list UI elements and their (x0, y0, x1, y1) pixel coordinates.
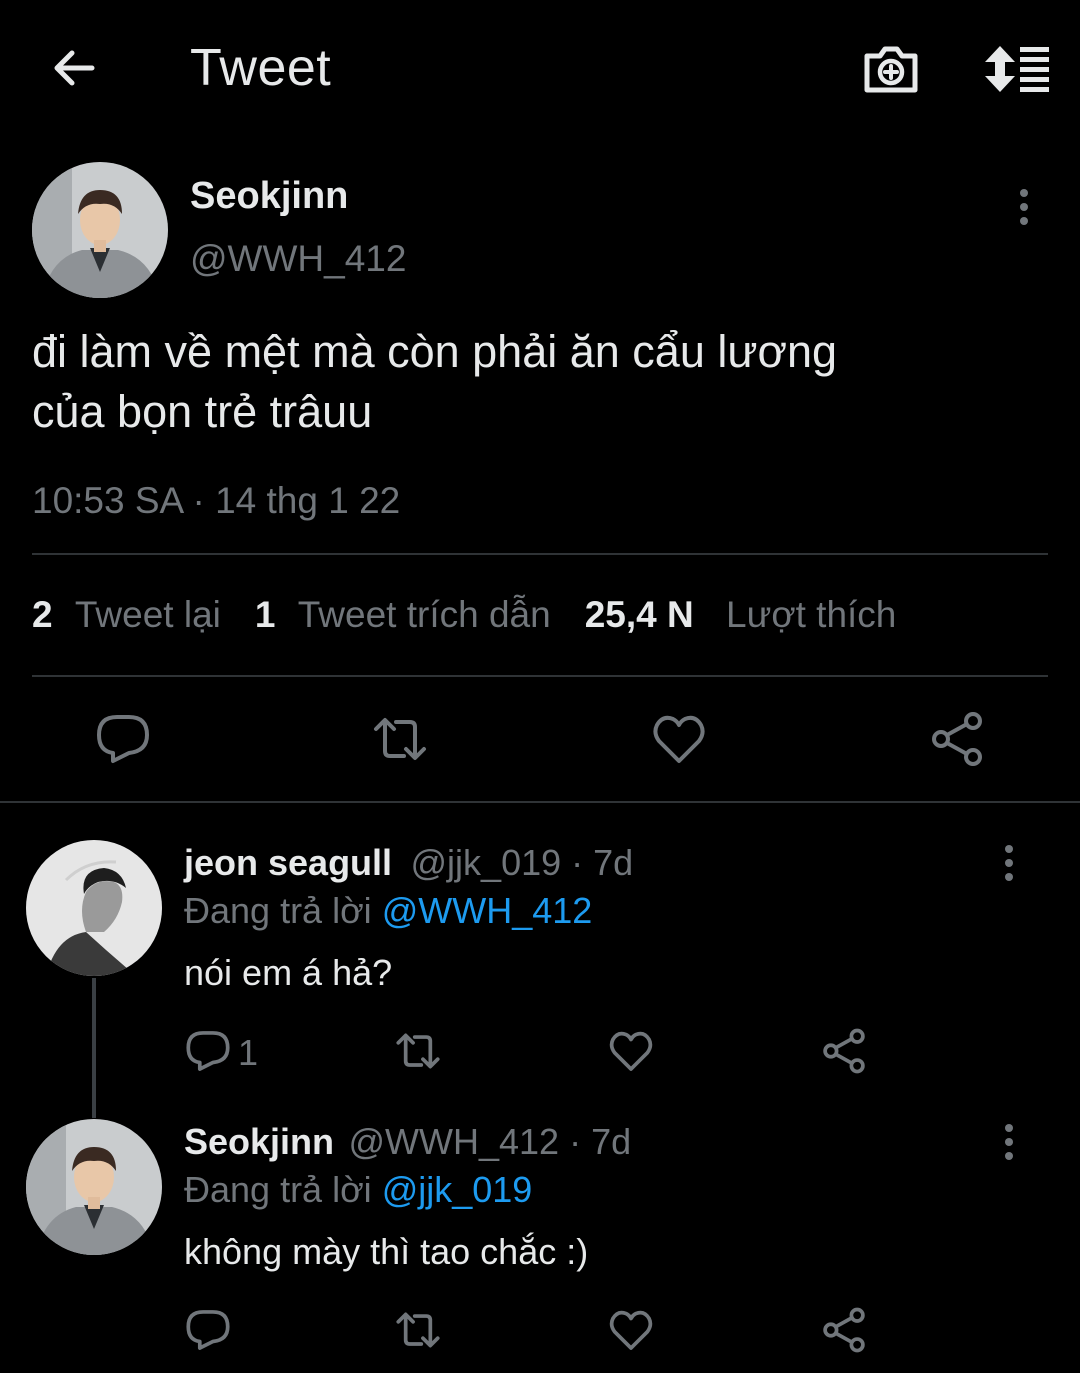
like-button[interactable] (651, 711, 707, 767)
reply-icon (97, 715, 149, 763)
quotes-label: Tweet trích dẫn (297, 594, 551, 635)
share-icon (823, 1028, 865, 1074)
replying-to: Đang trả lời @WWH_412 (184, 890, 592, 932)
more-options-button[interactable] (999, 1122, 1019, 1162)
more-vertical-icon (1005, 845, 1013, 881)
more-vertical-icon (1020, 189, 1028, 225)
retweet-button[interactable] (395, 1307, 441, 1353)
tweet-stats: 2 Tweet lại 1 Tweet trích dẫn 25,4 N Lượ… (32, 594, 896, 636)
tweet-text-line: của bọn trẻ trâuu (32, 386, 373, 437)
divider (32, 675, 1048, 677)
reply-text: nói em á hả? (184, 952, 393, 993)
profile-photo (26, 1119, 162, 1255)
author-handle[interactable]: @WWH_412 (190, 238, 406, 280)
avatar[interactable] (32, 162, 168, 298)
share-button[interactable] (821, 1307, 867, 1353)
tweet-timestamp[interactable]: 10:53 SA · 14 thg 1 22 (32, 480, 400, 522)
retweet-button[interactable] (395, 1028, 441, 1074)
replying-to-handle[interactable]: @WWH_412 (382, 890, 593, 931)
share-button[interactable] (821, 1028, 867, 1074)
tweet-text-line: đi làm về mệt mà còn phải ăn cẩu lương (32, 326, 838, 377)
thread-line (92, 978, 96, 1118)
reply-author-name[interactable]: jeon seagull (184, 842, 392, 883)
retweet-icon (396, 1312, 440, 1348)
heart-icon (609, 1031, 653, 1071)
avatar[interactable] (26, 840, 162, 976)
replying-to-handle[interactable]: @jjk_019 (382, 1169, 533, 1210)
more-vertical-icon (1005, 1124, 1013, 1160)
share-icon (823, 1307, 865, 1353)
reply-button[interactable] (185, 1307, 231, 1353)
quotes-stat[interactable]: 1 Tweet trích dẫn (255, 594, 551, 636)
retweets-stat[interactable]: 2 Tweet lại (32, 594, 221, 636)
camera-button[interactable] (862, 40, 920, 98)
page-title: Tweet (190, 39, 332, 97)
replying-to: Đang trả lời @jjk_019 (184, 1169, 532, 1211)
heart-icon (609, 1310, 653, 1350)
reply-button[interactable] (95, 711, 151, 767)
profile-photo (26, 840, 162, 976)
reply-meta[interactable]: @jjk_019 · 7d (411, 842, 634, 883)
more-options-button[interactable] (999, 843, 1019, 883)
replying-to-prefix: Đang trả lời (184, 890, 382, 931)
reply-header: jeon seagull @jjk_019 · 7d (184, 842, 633, 884)
retweet-icon (374, 718, 426, 760)
reply-icon (186, 1310, 230, 1350)
likes-count: 25,4 N (584, 594, 694, 635)
profile-photo (32, 162, 168, 298)
share-icon (932, 712, 982, 766)
reply-text: không mày thì tao chắc :) (184, 1231, 589, 1272)
sort-list-icon (985, 46, 1049, 92)
retweets-label: Tweet lại (74, 594, 221, 635)
back-button[interactable] (50, 44, 98, 92)
avatar[interactable] (26, 1119, 162, 1255)
like-button[interactable] (608, 1307, 654, 1353)
like-button[interactable] (608, 1028, 654, 1074)
tweet-text: đi làm về mệt mà còn phải ăn cẩu lương c… (32, 322, 1042, 442)
more-options-button[interactable] (1014, 187, 1034, 227)
replying-to-prefix: Đang trả lời (184, 1169, 382, 1210)
quotes-count: 1 (254, 594, 276, 635)
retweet-button[interactable] (372, 711, 428, 767)
reply-header: Seokjinn @WWH_412 · 7d (184, 1121, 631, 1163)
retweets-count: 2 (32, 594, 53, 635)
camera-plus-icon (864, 46, 918, 93)
heart-icon (653, 715, 705, 763)
reply-button[interactable] (185, 1028, 231, 1074)
reply-icon (186, 1031, 230, 1071)
arrow-left-icon (54, 50, 95, 86)
likes-label: Lượt thích (726, 594, 897, 635)
share-button[interactable] (929, 711, 985, 767)
sort-replies-button[interactable] (984, 44, 1050, 94)
reply-meta[interactable]: @WWH_412 · 7d (348, 1121, 631, 1162)
author-name[interactable]: Seokjinn (190, 175, 348, 218)
divider (32, 553, 1048, 555)
reply-author-name[interactable]: Seokjinn (184, 1121, 334, 1162)
divider (0, 801, 1080, 803)
reply-count: 1 (238, 1032, 259, 1073)
likes-stat[interactable]: 25,4 N Lượt thích (585, 594, 897, 636)
retweet-icon (396, 1033, 440, 1069)
